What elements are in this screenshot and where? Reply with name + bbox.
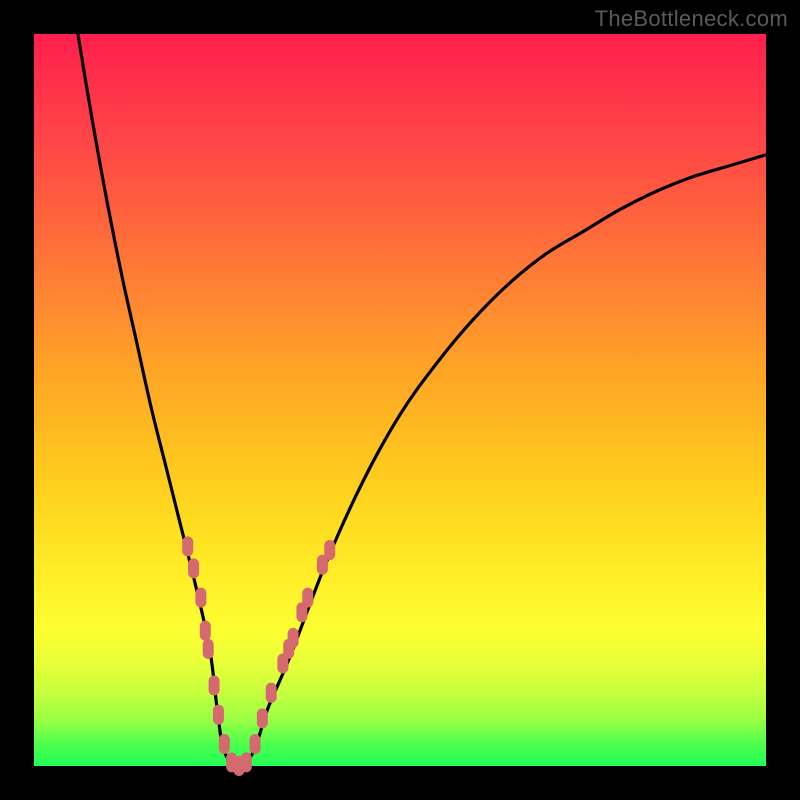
chart-frame: TheBottleneck.com: [0, 0, 800, 800]
marker-dot: [200, 621, 211, 641]
marker-dot: [257, 708, 268, 728]
marker-dot: [324, 540, 335, 560]
watermark-text: TheBottleneck.com: [595, 6, 788, 32]
marker-dot: [302, 588, 313, 608]
marker-dot: [209, 675, 220, 695]
marker-dot: [250, 734, 261, 754]
plot-area: [34, 34, 766, 766]
marker-dot: [266, 683, 277, 703]
marker-dot: [288, 628, 299, 648]
marker-dot: [188, 558, 199, 578]
marker-dot: [182, 536, 193, 556]
marker-dot: [203, 639, 214, 659]
curve-svg: [34, 34, 766, 766]
highlight-dots: [182, 536, 335, 776]
marker-dot: [195, 588, 206, 608]
marker-dot: [219, 734, 230, 754]
bottleneck-curve: [78, 34, 766, 766]
marker-dot: [213, 705, 224, 725]
marker-dot: [241, 752, 252, 772]
